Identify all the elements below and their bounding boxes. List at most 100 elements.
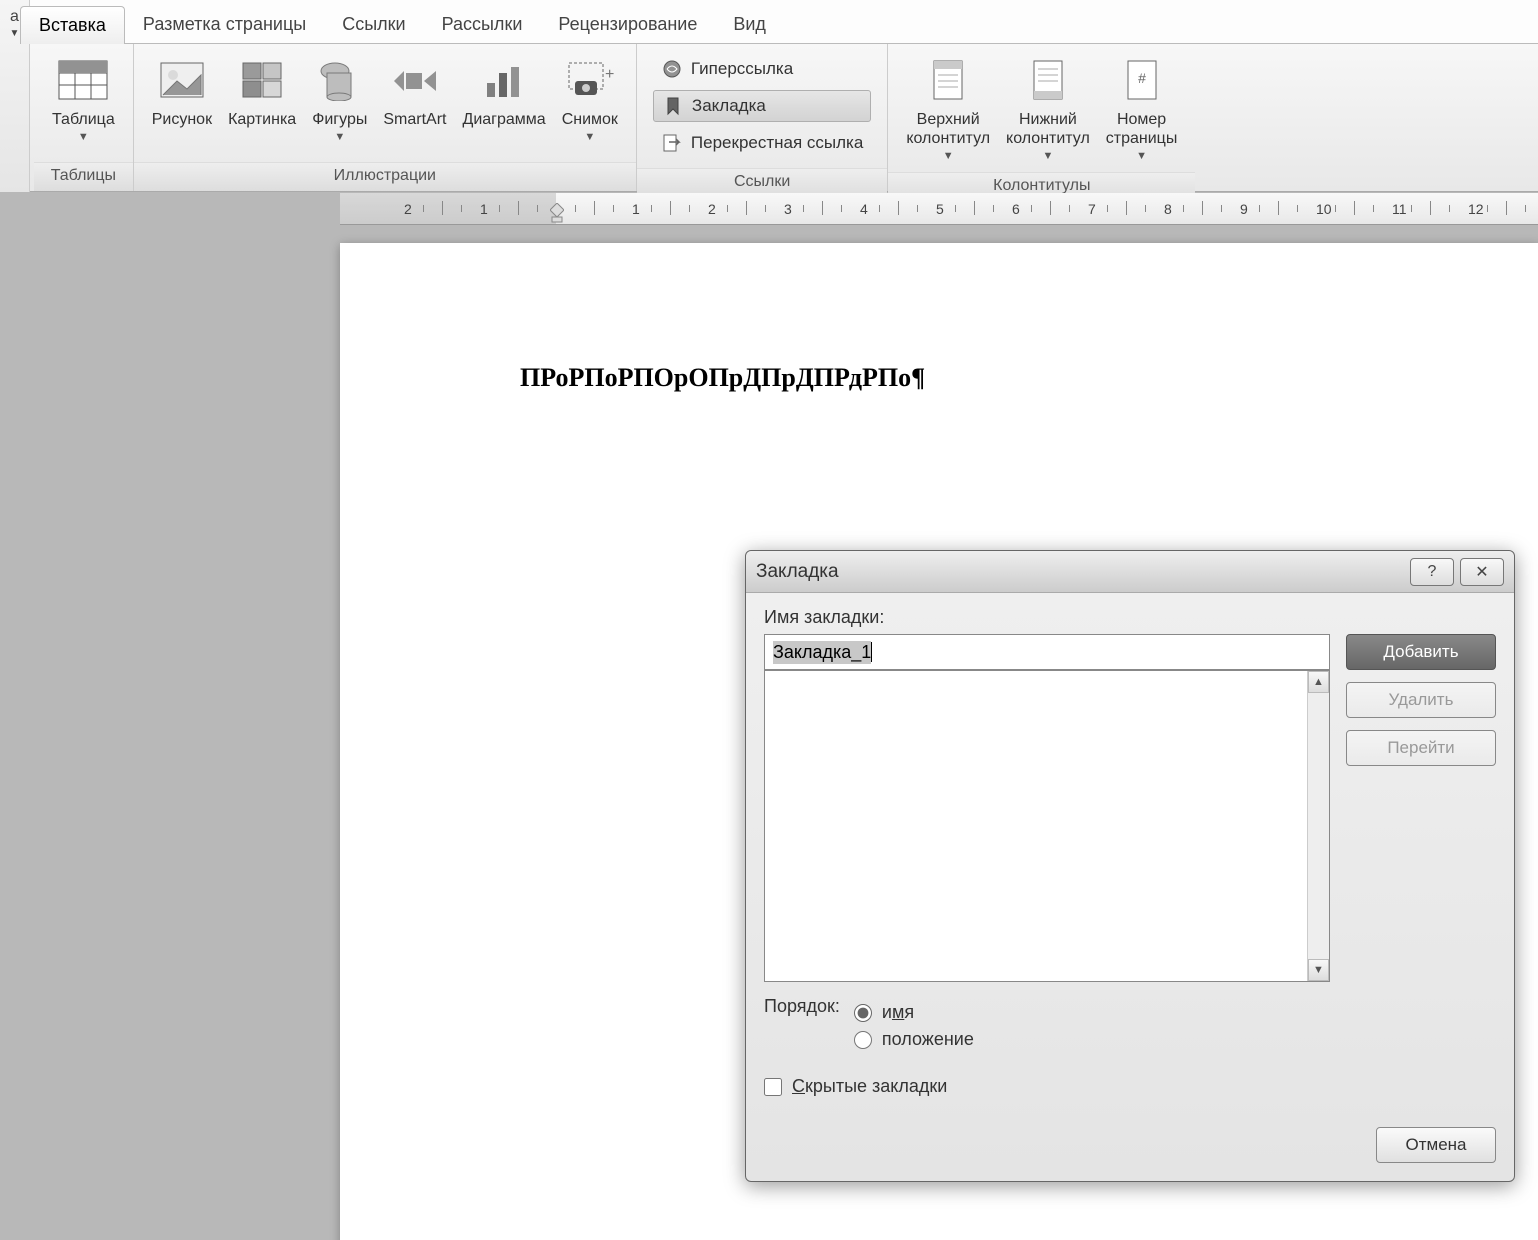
goto-button[interactable]: Перейти (1346, 730, 1496, 766)
bookmark-name-input[interactable]: Закладка_1 (764, 634, 1330, 670)
ruler-minor-tick (879, 205, 880, 212)
scroll-track[interactable] (1308, 693, 1329, 959)
chevron-down-icon: ▼ (78, 131, 89, 143)
clipart-button[interactable]: Картинка (220, 50, 304, 133)
group-headerfooter: Верхний колонтитул ▼ Нижний колонтитул ▼… (888, 44, 1195, 191)
ruler-minor-tick (1259, 205, 1260, 212)
footer-button[interactable]: Нижний колонтитул ▼ (998, 50, 1098, 166)
smartart-label: SmartArt (383, 110, 446, 129)
ruler-minor-tick (1107, 205, 1108, 212)
ruler-minor-tick (442, 201, 443, 215)
horizontal-ruler[interactable]: 21123456789101112 (340, 193, 1538, 225)
ruler-minor-tick (575, 205, 576, 212)
ruler-tick: 4 (860, 193, 868, 224)
hidden-bookmarks-checkbox[interactable]: Скрытые закладки (764, 1076, 1330, 1097)
ruler-tick: 1 (632, 193, 640, 224)
indent-marker[interactable] (550, 203, 564, 223)
order-label: Порядок: (764, 996, 840, 1017)
ruler-minor-tick (898, 201, 899, 215)
ruler-minor-tick (1145, 205, 1146, 212)
ruler-minor-tick (423, 205, 424, 212)
ruler-tick: 6 (1012, 193, 1020, 224)
document-text: ПРоРПоРПОрОПрДПрДПРдРПо¶ (520, 363, 1360, 393)
cancel-button[interactable]: Отмена (1376, 1127, 1496, 1163)
order-name-radio[interactable]: имя (854, 1002, 974, 1023)
chart-label: Диаграмма (462, 110, 545, 129)
scroll-down-icon[interactable]: ▼ (1308, 959, 1329, 981)
order-name-radio-input[interactable] (854, 1004, 872, 1022)
help-button[interactable]: ? (1410, 558, 1454, 586)
delete-button[interactable]: Удалить (1346, 682, 1496, 718)
bookmark-name-label: Имя закладки: (764, 607, 1496, 628)
pagenum-label: Номер страницы (1106, 110, 1178, 148)
chevron-down-icon: ▼ (1042, 150, 1053, 162)
ruler-minor-tick (651, 205, 652, 212)
ruler-tick: 3 (784, 193, 792, 224)
tab-insert[interactable]: Вставка (20, 6, 125, 44)
ruler-minor-tick (974, 201, 975, 215)
footer-label: Нижний колонтитул (1006, 110, 1090, 148)
group-illustrations-label: Иллюстрации (134, 162, 636, 191)
picture-button[interactable]: Рисунок (144, 50, 220, 133)
bookmark-dialog: Закладка ? ✕ Имя закладки: Закладка_1 ▲ … (745, 550, 1515, 1182)
tab-page-layout[interactable]: Разметка страницы (125, 6, 324, 43)
hyperlink-icon (661, 58, 683, 80)
hyperlink-button[interactable]: Гиперссылка (653, 54, 871, 84)
ruler-minor-tick (993, 205, 994, 212)
picture-icon (156, 54, 208, 106)
scrollbar[interactable]: ▲ ▼ (1307, 671, 1329, 981)
header-icon (922, 54, 974, 106)
ruler-minor-tick (670, 201, 671, 215)
table-icon (57, 54, 109, 106)
ribbon: Таблица ▼ Таблицы Рисунок Картинка (0, 44, 1538, 192)
ruler-minor-tick (1069, 205, 1070, 212)
ruler-minor-tick (1430, 201, 1431, 215)
screenshot-button[interactable]: + Снимок ▼ (554, 50, 626, 147)
pagenum-button[interactable]: # Номер страницы ▼ (1098, 50, 1186, 166)
shapes-label: Фигуры (312, 110, 367, 129)
close-button[interactable]: ✕ (1460, 558, 1504, 586)
header-button[interactable]: Верхний колонтитул ▼ (898, 50, 998, 166)
shapes-icon (314, 54, 366, 106)
group-links: Гиперссылка Закладка Перекрестная ссылка… (637, 44, 888, 191)
ruler-minor-tick (1202, 201, 1203, 215)
table-button-label: Таблица (52, 110, 115, 129)
ruler-margin-shade (340, 193, 556, 224)
ruler-tick: 9 (1240, 193, 1248, 224)
tab-view[interactable]: Вид (715, 6, 784, 43)
add-button[interactable]: Добавить (1346, 634, 1496, 670)
ruler-tick: 8 (1164, 193, 1172, 224)
scroll-up-icon[interactable]: ▲ (1308, 671, 1329, 693)
svg-text:#: # (1138, 70, 1146, 86)
cutoff-label: а (10, 8, 19, 26)
ruler-minor-tick (955, 205, 956, 212)
shapes-button[interactable]: Фигуры ▼ (304, 50, 375, 147)
order-position-radio[interactable]: положение (854, 1029, 974, 1050)
screenshot-label: Снимок (562, 110, 618, 129)
tab-mailings[interactable]: Рассылки (424, 6, 541, 43)
ruler-minor-tick (594, 201, 595, 215)
order-position-radio-input[interactable] (854, 1031, 872, 1049)
bookmark-button[interactable]: Закладка (653, 90, 871, 122)
dialog-titlebar[interactable]: Закладка ? ✕ (746, 551, 1514, 593)
ruler-minor-tick (1373, 205, 1374, 212)
pagenum-icon: # (1116, 54, 1168, 106)
hidden-bookmarks-input[interactable] (764, 1078, 782, 1096)
crossref-button[interactable]: Перекрестная ссылка (653, 128, 871, 158)
chart-icon (478, 54, 530, 106)
ruler-tick: 5 (936, 193, 944, 224)
dialog-title-text: Закладка (756, 561, 1404, 583)
group-illustrations: Рисунок Картинка Фигуры ▼ SmartArt (134, 44, 637, 191)
ruler-minor-tick (841, 205, 842, 212)
smartart-button[interactable]: SmartArt (375, 50, 454, 133)
ruler-minor-tick (1525, 205, 1526, 212)
chart-button[interactable]: Диаграмма (454, 50, 553, 133)
ruler-minor-tick (1487, 205, 1488, 212)
table-button[interactable]: Таблица ▼ (44, 50, 123, 147)
ruler-minor-tick (1050, 201, 1051, 215)
bookmark-list[interactable]: ▲ ▼ (764, 670, 1330, 982)
ruler-minor-tick (1411, 205, 1412, 212)
tab-review[interactable]: Рецензирование (540, 6, 715, 43)
ribbon-tabs: Вставка Разметка страницы Ссылки Рассылк… (0, 0, 1538, 44)
tab-references[interactable]: Ссылки (324, 6, 423, 43)
